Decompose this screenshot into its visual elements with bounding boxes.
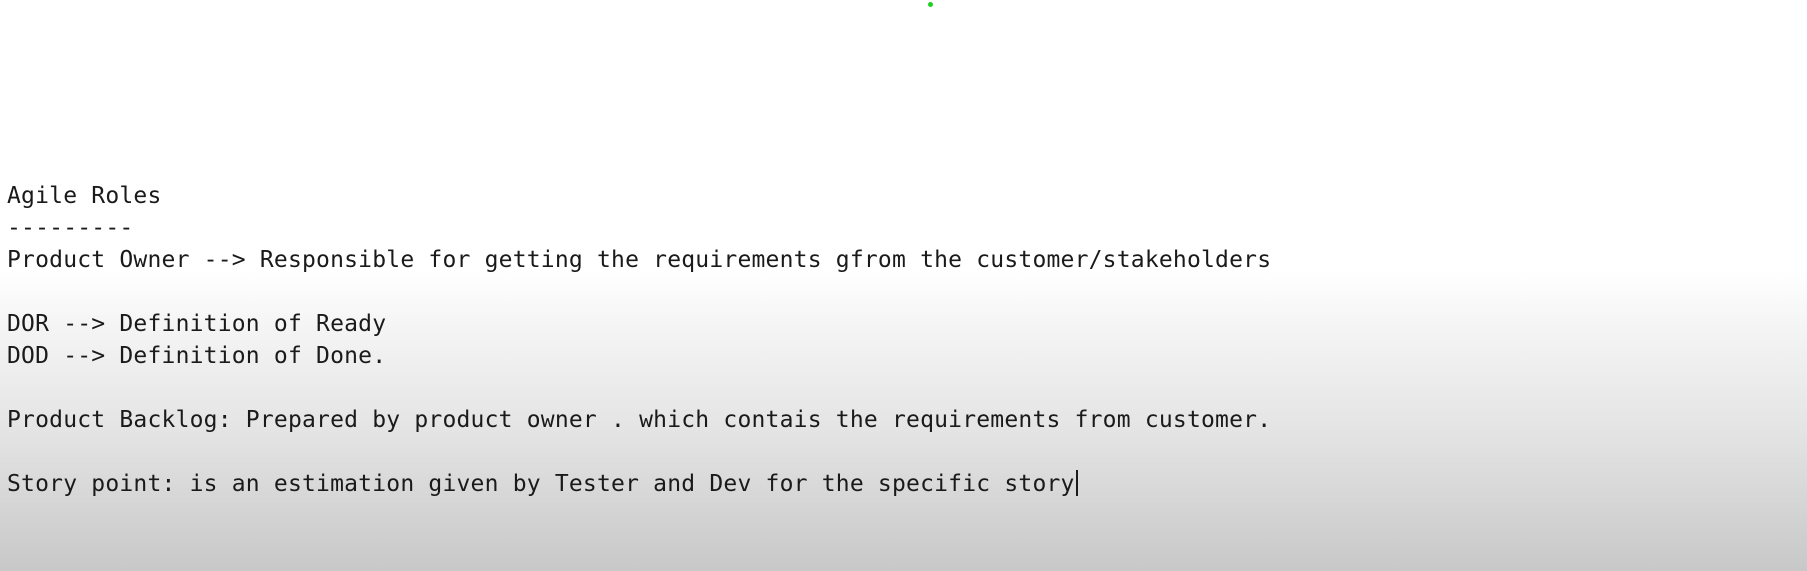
editor-line-story-point-wrapper: Story point: is an estimation given by T…: [7, 468, 1078, 500]
editor-line-story-point: Story point: is an estimation given by T…: [7, 471, 1075, 497]
editor-line-dod: DOD --> Definition of Done.: [7, 343, 387, 369]
editor-line-heading: Agile Roles: [7, 183, 162, 209]
editor-line-underline: ---------: [7, 215, 134, 241]
text-editor-area[interactable]: Agile Roles --------- Product Owner --> …: [0, 0, 1807, 571]
editor-line-product-backlog: Product Backlog: Prepared by product own…: [7, 407, 1272, 433]
editor-line-dor: DOR --> Definition of Ready: [7, 311, 387, 337]
text-caret: [1075, 470, 1078, 496]
editor-line-product-owner: Product Owner --> Responsible for gettin…: [7, 247, 1272, 273]
